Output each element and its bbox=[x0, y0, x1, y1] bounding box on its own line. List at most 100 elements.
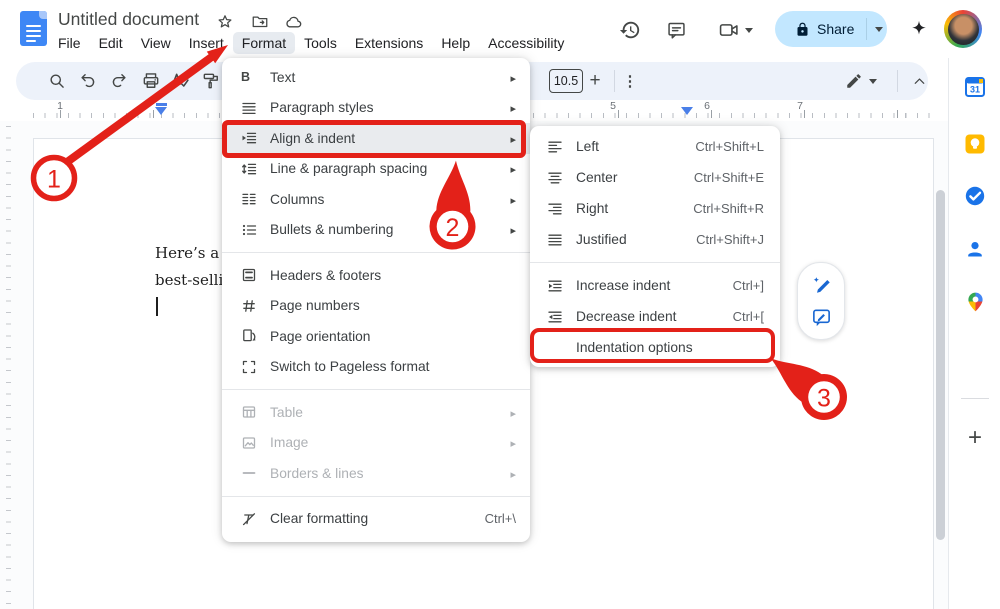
tasks-icon[interactable] bbox=[963, 184, 987, 208]
align-justify-icon bbox=[547, 232, 576, 248]
get-add-ons-button[interactable] bbox=[963, 426, 987, 450]
submenu-arrow-icon bbox=[506, 405, 516, 420]
left-indent-marker[interactable] bbox=[155, 107, 167, 115]
comments-button[interactable] bbox=[663, 17, 689, 43]
menu-item-label: Headers & footers bbox=[270, 268, 516, 283]
page-orientation-icon bbox=[241, 328, 270, 344]
google-docs-window: Here’s a li best-sellin 1 bbox=[0, 0, 1000, 609]
document-line: best-sellin bbox=[155, 267, 224, 294]
bold-icon: B bbox=[241, 70, 270, 84]
undo-button[interactable] bbox=[75, 68, 101, 94]
submenu-item-right[interactable]: Right Ctrl+Shift+R bbox=[530, 193, 780, 224]
submenu-arrow-icon bbox=[506, 435, 516, 450]
menu-shortcut: Ctrl+Shift+E bbox=[694, 170, 764, 185]
menu-item-columns[interactable]: Columns bbox=[222, 184, 530, 215]
vertical-ruler bbox=[6, 126, 11, 609]
menu-item-label: Table bbox=[270, 405, 506, 420]
menubar-item-format[interactable]: Format bbox=[233, 32, 295, 54]
menubar-item-tools[interactable]: Tools bbox=[295, 32, 346, 54]
submenu-item-decrease-indent[interactable]: Decrease indent Ctrl+[ bbox=[530, 301, 780, 332]
maps-icon[interactable] bbox=[963, 289, 987, 313]
menu-shortcut: Ctrl+Shift+L bbox=[695, 139, 764, 154]
menu-divider bbox=[222, 252, 530, 253]
paint-format-button[interactable] bbox=[198, 68, 224, 94]
print-button[interactable] bbox=[138, 68, 164, 94]
menubar-item-accessibility[interactable]: Accessibility bbox=[479, 32, 573, 54]
menu-item-line-paragraph-spacing[interactable]: Line & paragraph spacing bbox=[222, 154, 530, 185]
menu-item-borders-lines[interactable]: Borders & lines bbox=[222, 458, 530, 489]
document-text: Here’s a li best-sellin bbox=[155, 240, 224, 294]
vertical-scrollbar-thumb[interactable] bbox=[936, 190, 945, 540]
spell-check-button[interactable] bbox=[167, 68, 193, 94]
font-size-input[interactable]: 10.5 bbox=[549, 69, 583, 93]
decrease-indent-icon bbox=[547, 309, 576, 325]
image-icon bbox=[241, 435, 270, 451]
submenu-item-indentation-options[interactable]: Indentation options bbox=[530, 332, 780, 363]
menu-item-table[interactable]: Table bbox=[222, 397, 530, 428]
submenu-item-label: Right bbox=[576, 201, 683, 216]
margin-tools-pill bbox=[797, 262, 845, 340]
right-indent-marker[interactable] bbox=[681, 107, 693, 115]
menu-shortcut: Ctrl+Shift+J bbox=[696, 232, 764, 247]
line-spacing-icon bbox=[241, 161, 270, 177]
submenu-item-label: Decrease indent bbox=[576, 309, 723, 324]
menu-item-page-orientation[interactable]: Page orientation bbox=[222, 321, 530, 352]
menu-item-label: Page numbers bbox=[270, 298, 516, 313]
increase-font-size-button[interactable] bbox=[582, 68, 608, 94]
version-history-button[interactable] bbox=[617, 17, 643, 43]
meet-video-button[interactable] bbox=[716, 17, 742, 43]
menubar-item-help[interactable]: Help bbox=[432, 32, 479, 54]
menu-item-label: Align & indent bbox=[270, 131, 506, 146]
gemini-sparkle-icon[interactable] bbox=[906, 17, 932, 43]
menubar-item-file[interactable]: File bbox=[49, 32, 90, 54]
editing-mode-button[interactable] bbox=[841, 68, 867, 94]
submenu-item-justified[interactable]: Justified Ctrl+Shift+J bbox=[530, 224, 780, 255]
text-cursor bbox=[156, 297, 158, 316]
menubar-item-extensions[interactable]: Extensions bbox=[346, 32, 432, 54]
calendar-icon[interactable]: 31 bbox=[963, 75, 987, 99]
redo-button[interactable] bbox=[106, 68, 132, 94]
menu-item-bullets-numbering[interactable]: Bullets & numbering bbox=[222, 215, 530, 246]
submenu-arrow-icon bbox=[506, 222, 516, 237]
meet-dropdown-caret-icon[interactable] bbox=[742, 17, 756, 43]
menu-item-label: Image bbox=[270, 435, 506, 450]
move-to-folder-icon[interactable] bbox=[250, 12, 270, 32]
first-line-indent-marker[interactable] bbox=[156, 103, 167, 106]
editing-mode-caret-icon[interactable] bbox=[865, 68, 881, 94]
star-icon[interactable] bbox=[215, 12, 235, 32]
share-divider bbox=[866, 18, 867, 40]
menu-item-switch-pageless[interactable]: Switch to Pageless format bbox=[222, 352, 530, 383]
menubar-item-insert[interactable]: Insert bbox=[180, 32, 233, 54]
menu-item-page-numbers[interactable]: Page numbers bbox=[222, 291, 530, 322]
keep-icon[interactable] bbox=[963, 132, 987, 156]
menubar-item-view[interactable]: View bbox=[132, 32, 180, 54]
calendar-date-text: 31 bbox=[970, 85, 980, 95]
hide-menus-button[interactable] bbox=[906, 68, 932, 94]
menu-item-label: Switch to Pageless format bbox=[270, 359, 516, 374]
cloud-status-icon[interactable] bbox=[283, 12, 303, 32]
magic-pen-icon bbox=[811, 274, 832, 295]
account-avatar[interactable] bbox=[944, 10, 982, 48]
menu-item-text[interactable]: B Text bbox=[222, 62, 530, 93]
align-left-icon bbox=[547, 139, 576, 155]
menu-item-label: Borders & lines bbox=[270, 466, 506, 481]
search-menus-button[interactable] bbox=[44, 68, 70, 94]
menu-item-headers-footers[interactable]: Headers & footers bbox=[222, 260, 530, 291]
share-button[interactable]: Share bbox=[775, 11, 887, 47]
add-comment-button[interactable] bbox=[811, 307, 832, 328]
contacts-icon[interactable] bbox=[963, 237, 987, 261]
menu-item-paragraph-styles[interactable]: Paragraph styles bbox=[222, 93, 530, 124]
menu-item-image[interactable]: Image bbox=[222, 428, 530, 459]
share-dropdown-caret-icon[interactable] bbox=[875, 27, 883, 32]
google-docs-logo-icon[interactable] bbox=[20, 11, 47, 46]
submenu-arrow-icon bbox=[506, 131, 516, 146]
submenu-item-center[interactable]: Center Ctrl+Shift+E bbox=[530, 162, 780, 193]
menu-item-clear-formatting[interactable]: Clear formatting Ctrl+\ bbox=[222, 504, 530, 535]
menu-item-align-indent[interactable]: Align & indent bbox=[222, 123, 530, 154]
menubar-item-edit[interactable]: Edit bbox=[90, 32, 132, 54]
submenu-item-left[interactable]: Left Ctrl+Shift+L bbox=[530, 131, 780, 162]
toolbar-overflow-button[interactable] bbox=[617, 68, 643, 94]
help-me-write-button[interactable] bbox=[811, 274, 832, 295]
document-title[interactable]: Untitled document bbox=[58, 9, 199, 30]
submenu-item-increase-indent[interactable]: Increase indent Ctrl+] bbox=[530, 270, 780, 301]
